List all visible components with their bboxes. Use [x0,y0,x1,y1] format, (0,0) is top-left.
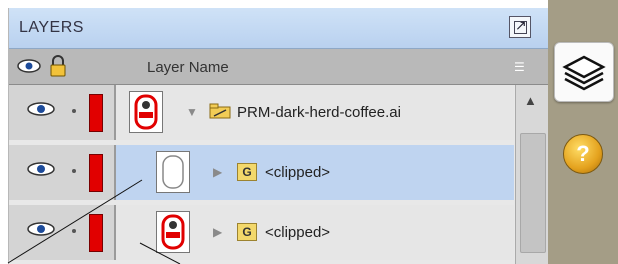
stage: LAYERS Layer Name ☰ [0,0,618,264]
annotation-lines [7,179,181,264]
